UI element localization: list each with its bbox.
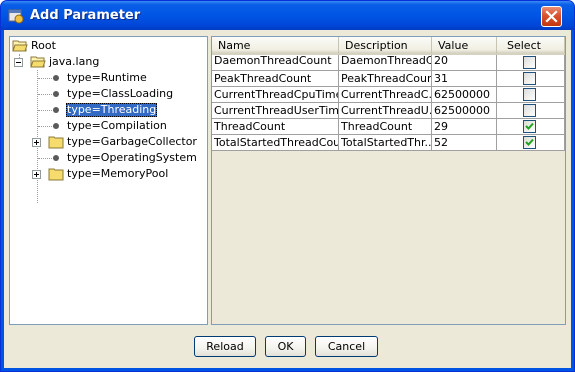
cell-description: TotalStartedThr... <box>339 135 432 151</box>
select-checkbox-checked[interactable] <box>523 120 536 133</box>
folder-open-icon <box>30 56 46 68</box>
cell-select <box>497 71 565 87</box>
cell-name: PeakThreadCount <box>212 71 339 87</box>
cell-select <box>497 135 565 151</box>
leaf-bullet-icon <box>53 107 59 113</box>
dialog-body: Root java.lang type=Runtime type=ClassLo… <box>4 30 571 368</box>
collapse-toggle[interactable] <box>14 58 23 67</box>
column-header-description[interactable]: Description <box>339 37 432 55</box>
tree-node-root[interactable]: Root <box>10 38 130 54</box>
cell-description: CurrentThreadU... <box>339 103 432 119</box>
leaf-bullet-icon <box>53 75 59 81</box>
cell-value: 31 <box>432 71 497 87</box>
tree-node-java-lang[interactable]: java.lang <box>10 54 130 70</box>
app-icon <box>8 9 24 24</box>
column-header-value[interactable]: Value <box>432 37 497 55</box>
folder-icon <box>48 136 64 149</box>
leaf-bullet-icon <box>53 91 59 97</box>
tree-node-operatingsystem[interactable]: type=OperatingSystem <box>10 150 197 166</box>
window-title: Add Parameter <box>30 8 141 23</box>
tree-node-classloading[interactable]: type=ClassLoading <box>10 86 173 102</box>
leaf-bullet-icon <box>53 123 59 129</box>
cell-value: 20 <box>432 55 497 71</box>
tree-node-label-selected: type=Threading <box>66 103 158 117</box>
select-checkbox-checked[interactable] <box>523 136 536 149</box>
tree-java-lang-label: java.lang <box>49 55 100 68</box>
cell-select <box>497 103 565 119</box>
cell-description: DaemonThreadC... <box>339 55 432 71</box>
leaf-bullet-icon <box>53 155 59 161</box>
reload-button[interactable]: Reload <box>194 336 256 357</box>
tree-node-garbagecollector[interactable]: type=GarbageCollector <box>10 134 197 150</box>
close-button[interactable] <box>541 6 562 27</box>
close-icon <box>545 10 558 23</box>
tree-node-label: type=OperatingSystem <box>67 151 197 164</box>
cell-select <box>497 55 565 71</box>
tree-node-runtime[interactable]: type=Runtime <box>10 70 170 86</box>
tree-node-label: type=GarbageCollector <box>67 135 197 148</box>
tree-node-label: type=Runtime <box>67 71 147 84</box>
select-checkbox[interactable] <box>523 104 536 117</box>
cell-description: CurrentThreadC... <box>339 87 432 103</box>
table-header: Name Description Value Select <box>212 37 565 55</box>
column-header-name[interactable]: Name <box>212 37 339 55</box>
select-checkbox[interactable] <box>523 88 536 101</box>
cell-select <box>497 119 565 135</box>
cell-description: PeakThreadCount <box>339 71 432 87</box>
tree-node-label: type=Compilation <box>67 119 167 132</box>
cell-name: ThreadCount <box>212 119 339 135</box>
cell-name: DaemonThreadCount <box>212 55 339 71</box>
mbean-tree[interactable]: Root java.lang type=Runtime type=ClassLo… <box>9 36 208 325</box>
folder-open-icon <box>12 40 28 52</box>
dialog-window: Add Parameter Root java.lang type=Runtim… <box>0 0 575 372</box>
tree-node-label: type=ClassLoading <box>67 87 174 100</box>
cancel-button[interactable]: Cancel <box>315 336 378 357</box>
select-checkbox[interactable] <box>523 72 536 85</box>
column-header-select[interactable]: Select <box>497 37 565 55</box>
expand-toggle[interactable] <box>32 138 41 147</box>
tree-node-label: type=MemoryPool <box>67 167 169 180</box>
expand-toggle[interactable] <box>32 170 41 179</box>
attributes-table: Name Description Value Select DaemonThre… <box>211 36 566 325</box>
tree-node-compilation[interactable]: type=Compilation <box>10 118 170 134</box>
cell-name: TotalStartedThreadCount <box>212 135 339 151</box>
cell-value: 52 <box>432 135 497 151</box>
tree-root-label: Root <box>31 39 56 52</box>
cell-name: CurrentThreadUserTime <box>212 103 339 119</box>
cell-value: 29 <box>432 119 497 135</box>
tree-node-memorypool[interactable]: type=MemoryPool <box>10 166 195 182</box>
ok-button[interactable]: OK <box>265 336 306 357</box>
folder-icon <box>48 168 64 181</box>
cell-value: 62500000 <box>432 87 497 103</box>
title-bar[interactable]: Add Parameter <box>1 1 574 30</box>
cell-name: CurrentThreadCpuTime <box>212 87 339 103</box>
cell-value: 62500000 <box>432 103 497 119</box>
select-checkbox[interactable] <box>523 56 536 69</box>
checkmark-icon <box>525 138 534 146</box>
tree-node-threading[interactable]: type=Threading <box>10 102 170 118</box>
cell-description: ThreadCount <box>339 119 432 135</box>
checkmark-icon <box>525 122 534 130</box>
cell-select <box>497 87 565 103</box>
